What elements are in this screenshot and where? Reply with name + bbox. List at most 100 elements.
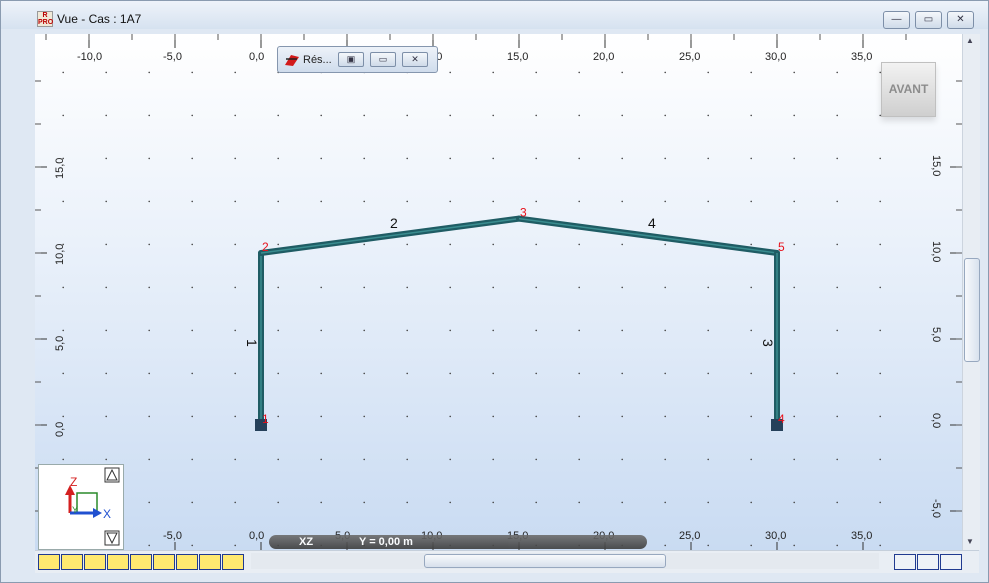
restore-button[interactable]: ▭ [915,11,942,29]
vertical-scroll-thumb[interactable] [964,258,980,362]
grid-dot [578,200,580,203]
ruler-right-label: 0,0 [930,413,942,428]
grid-dot [492,501,495,504]
grid-dot [234,243,236,246]
grid-dot [148,415,150,418]
numbering-tool-icon[interactable] [222,554,244,570]
node-tool-icon[interactable] [38,554,60,570]
view-icon[interactable] [940,554,962,570]
grid-dot [578,286,580,289]
grid-dot [62,200,64,203]
measure-icon[interactable] [917,554,939,570]
bar-label-1: 1 [244,339,260,347]
ruler-left-label: 15,0 [54,158,66,179]
rulers: -10,0-5,00,05,010,015,020,025,030,035,0-… [35,34,962,550]
structure-viewport[interactable]: -10,0-5,00,05,010,015,020,025,030,035,0-… [35,34,962,550]
grid-dot [836,243,838,246]
dimension-tool-icon[interactable] [199,554,221,570]
grid-dot [492,71,495,74]
grid-dot [836,200,838,203]
grid-dot [191,157,193,160]
support-tool-icon[interactable] [107,554,129,570]
grid-dot [664,243,666,246]
grid-dot [836,458,838,461]
grid-dot [105,458,107,461]
scroll-up-icon[interactable]: ▲ [966,36,974,45]
grid-dot [449,501,452,504]
close-button[interactable]: ✕ [947,11,974,29]
section-tool-icon[interactable] [84,554,106,570]
vertical-scrollbar[interactable]: ▲ ▼ [962,34,980,550]
grid-dot [707,114,709,117]
grid-dot [277,200,279,203]
grid-dot [793,329,795,332]
grid-dot [578,458,580,461]
grid-dot [449,71,452,74]
grid-dot [148,329,150,332]
grid-dot [793,458,795,461]
grid-dot [879,286,881,289]
grid-dot [234,200,236,203]
release-tool-icon[interactable] [153,554,175,570]
grid-dot [664,544,666,547]
grid-dot [793,200,795,203]
node-label-1: 1 [262,412,269,426]
minimize-button[interactable]: — [883,11,910,29]
grid-dot [621,372,623,375]
load-tool-icon[interactable] [130,554,152,570]
horizontal-scroll-thumb[interactable] [424,554,666,568]
grid-dot [707,286,709,289]
display-toggle-icon[interactable] [894,554,916,570]
grid-dot [449,286,452,289]
frame-structure: 1 2 4 3 1 2 3 4 5 [244,206,785,431]
grid-dot [234,372,236,375]
results-close-button[interactable]: ✕ [402,52,428,67]
grid-dots [62,71,881,547]
grid-dot [148,71,150,74]
results-maximize-button[interactable]: ▭ [370,52,396,67]
grid-dot [750,200,752,203]
ruler-left-label: 0,0 [54,422,66,437]
grid-dot [750,157,752,160]
ruler-top-label: 30,0 [765,51,786,63]
grid-dot [191,286,193,289]
grid-dot [277,415,279,418]
plane-label[interactable]: XZ [299,536,313,548]
window-title: Vue - Cas : 1A7 [57,12,142,26]
grid-dot [234,501,236,504]
bar-tool-icon[interactable] [61,554,83,570]
results-restore-button[interactable]: ▣ [338,52,364,67]
grid-dot [406,157,409,160]
results-floating-window[interactable]: Rés... ▣ ▭ ✕ [277,46,438,73]
grid-dot [105,286,107,289]
grid-dot [836,501,838,504]
grid-dot [793,71,795,74]
grid-dot [449,243,452,246]
grid-dot [234,114,236,117]
grid-dot [320,157,323,160]
grid-dot [406,372,409,375]
panel-tool-icon[interactable] [176,554,198,570]
grid-dot [707,200,709,203]
grid-dot [406,114,409,117]
grid-dot [535,286,537,289]
view-cube-front[interactable]: AVANT [881,62,936,117]
bar-label-4: 4 [648,215,656,231]
horizontal-scrollbar[interactable] [251,553,879,569]
title-bar[interactable]: R PRO Vue - Cas : 1A7 — ▭ ✕ [1,1,988,29]
grid-dot [449,458,452,461]
structure-canvas[interactable]: -10,0-5,00,05,010,015,020,025,030,035,0-… [35,34,962,550]
grid-dot [191,458,193,461]
grid-dot [320,286,323,289]
grid-dot [750,372,752,375]
grid-dot [191,501,193,504]
grid-dot [105,157,107,160]
grid-dot [105,372,107,375]
grid-dot [492,286,495,289]
grid-dot [879,200,881,203]
grid-dot [406,329,409,332]
coordinate-label[interactable]: Y = 0,00 m [359,536,413,548]
scroll-down-icon[interactable]: ▼ [966,537,974,546]
grid-dot [621,114,623,117]
grid-dot [535,114,537,117]
